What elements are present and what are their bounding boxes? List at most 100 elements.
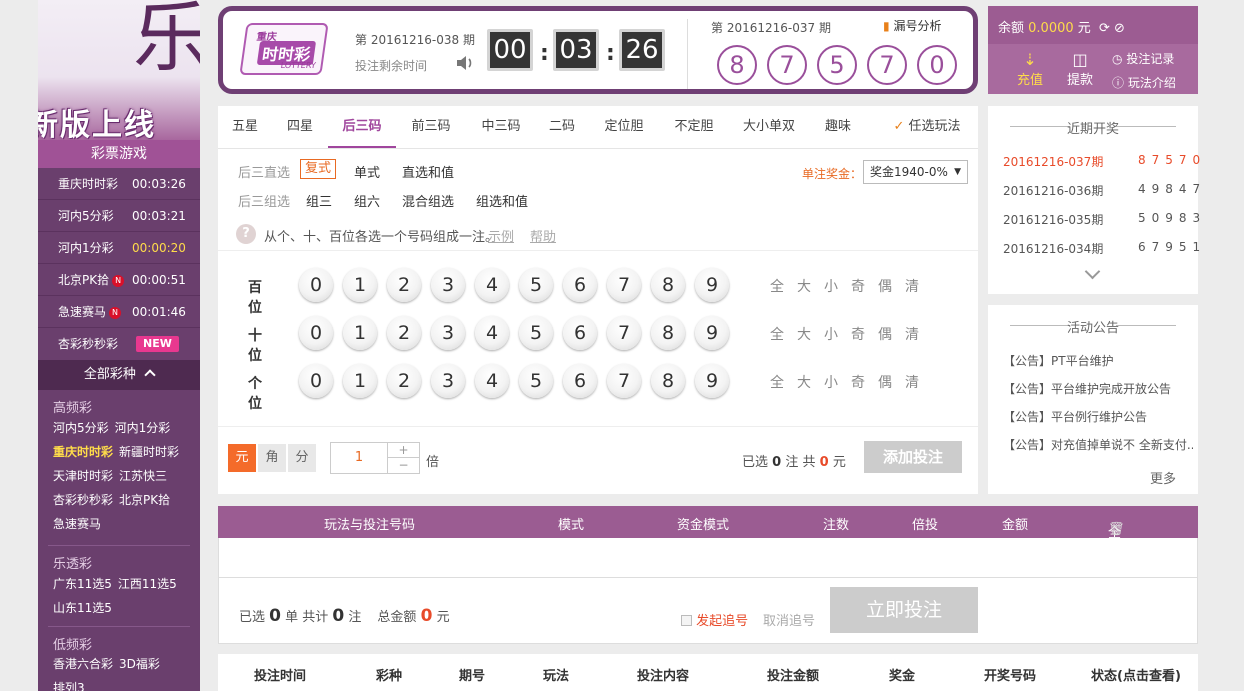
lottery-link[interactable]: 杏彩秒秒彩 — [53, 488, 113, 512]
number-ball[interactable]: 4 — [475, 268, 509, 302]
refresh-icon[interactable]: ⟳ — [1099, 21, 1110, 36]
number-ball[interactable]: 7 — [607, 316, 641, 350]
lottery-link[interactable]: 广东11选5 — [53, 572, 112, 596]
withdraw-button[interactable]: ◫ 提款 — [1056, 50, 1104, 88]
number-ball[interactable]: 9 — [695, 268, 729, 302]
number-ball[interactable]: 1 — [343, 364, 377, 398]
lottery-link[interactable]: 天津时时彩 — [53, 464, 113, 488]
sidebar-game-item[interactable]: 重庆时时彩 00:03:26 — [38, 168, 200, 200]
tab-unfixed[interactable]: 不定胆 — [664, 106, 724, 148]
sub-option-group6[interactable]: 组六 — [354, 191, 380, 210]
lottery-link[interactable]: 江西11选5 — [118, 572, 177, 596]
number-ball[interactable]: 4 — [475, 316, 509, 350]
speaker-icon[interactable] — [455, 53, 475, 73]
multiplier-input[interactable]: 1 — [331, 443, 387, 473]
quick-filter-button[interactable]: 奇 — [851, 276, 865, 296]
number-ball[interactable]: 6 — [563, 364, 597, 398]
number-ball[interactable]: 2 — [387, 316, 421, 350]
notice-item[interactable]: 【公告】平台例行维护公告 — [1003, 408, 1193, 425]
quick-filter-button[interactable]: 小 — [824, 324, 838, 344]
sidebar-game-item[interactable]: 河内1分彩 00:00:20 — [38, 232, 200, 264]
tab-four-star[interactable]: 四星 — [274, 106, 326, 148]
quick-filter-button[interactable]: 全 — [770, 324, 784, 344]
quick-filter-button[interactable]: 偶 — [878, 372, 892, 392]
sub-option-group-sum[interactable]: 组选和值 — [476, 191, 528, 210]
number-ball[interactable]: 9 — [695, 316, 729, 350]
number-ball[interactable]: 4 — [475, 364, 509, 398]
quick-filter-button[interactable]: 大 — [797, 276, 811, 296]
number-ball[interactable]: 6 — [563, 316, 597, 350]
tab-fun[interactable]: 趣味 — [814, 106, 862, 148]
number-ball[interactable]: 9 — [695, 364, 729, 398]
bet-records-link[interactable]: ◷ 投注记录 — [1112, 50, 1174, 67]
number-ball[interactable]: 8 — [651, 316, 685, 350]
sidebar-game-item[interactable]: 急速赛马 N 00:01:46 — [38, 296, 200, 328]
number-ball[interactable]: 5 — [519, 268, 553, 302]
lottery-link[interactable]: 急速赛马 — [53, 512, 101, 536]
chevron-down-icon[interactable] — [1084, 263, 1101, 280]
lottery-link[interactable]: 北京PK拾 — [119, 488, 170, 512]
missing-analysis-link[interactable]: ▮ 漏号分析 — [883, 17, 941, 34]
tab-last-three[interactable]: 后三码 — [328, 106, 396, 148]
quick-filter-button[interactable]: 小 — [824, 372, 838, 392]
number-ball[interactable]: 3 — [431, 268, 465, 302]
chase-checkbox[interactable]: 发起追号 — [681, 610, 748, 629]
lottery-link[interactable]: 重庆时时彩 — [53, 440, 113, 464]
quick-filter-button[interactable]: 大 — [797, 372, 811, 392]
more-link[interactable]: 更多 — [1150, 468, 1176, 487]
number-ball[interactable]: 2 — [387, 364, 421, 398]
minus-icon[interactable]: − — [387, 458, 419, 473]
eye-off-icon[interactable]: ⊘ — [1114, 21, 1125, 36]
sidebar-game-item[interactable]: 北京PK拾 N 00:00:51 — [38, 264, 200, 296]
number-ball[interactable]: 1 — [343, 316, 377, 350]
number-ball[interactable]: 7 — [607, 364, 641, 398]
lottery-link[interactable]: 香港六合彩 — [53, 652, 113, 676]
quick-filter-button[interactable]: 清 — [905, 276, 919, 296]
lottery-link[interactable]: 排列3 — [53, 676, 85, 691]
quick-filter-button[interactable]: 奇 — [851, 324, 865, 344]
prize-select[interactable]: 奖金1940-0% ▼ — [863, 160, 968, 184]
tab-position[interactable]: 定位胆 — [594, 106, 654, 148]
unit-jiao[interactable]: 角 — [258, 444, 286, 472]
quick-filter-button[interactable]: 全 — [770, 372, 784, 392]
number-ball[interactable]: 0 — [299, 268, 333, 302]
optional-play-button[interactable]: ✓ 任选玩法 — [886, 106, 968, 148]
number-ball[interactable]: 2 — [387, 268, 421, 302]
sub-option-mixed[interactable]: 混合组选 — [402, 191, 454, 210]
quick-filter-button[interactable]: 清 — [905, 324, 919, 344]
number-ball[interactable]: 7 — [607, 268, 641, 302]
play-intro-link[interactable]: ⓘ 玩法介绍 — [1112, 74, 1176, 91]
number-ball[interactable]: 3 — [431, 364, 465, 398]
cancel-chase-link[interactable]: 取消追号 — [763, 610, 815, 629]
tab-middle-three[interactable]: 中三码 — [468, 106, 534, 148]
unit-fen[interactable]: 分 — [288, 444, 316, 472]
lottery-link[interactable]: 江苏快三 — [119, 464, 167, 488]
add-bet-button[interactable]: 添加投注 — [864, 441, 962, 473]
plus-icon[interactable]: + — [387, 443, 419, 458]
sidebar-game-item[interactable]: 杏彩秒秒彩 NEW — [38, 328, 200, 360]
tab-two[interactable]: 二码 — [538, 106, 586, 148]
notice-item[interactable]: 【公告】平台维护完成开放公告 — [1003, 380, 1193, 397]
sidebar-game-item[interactable]: 河内5分彩 00:03:21 — [38, 200, 200, 232]
sub-option-single[interactable]: 单式 — [354, 162, 380, 181]
lottery-link[interactable]: 河内1分彩 — [115, 416, 171, 440]
quick-filter-button[interactable]: 偶 — [878, 324, 892, 344]
tab-first-three[interactable]: 前三码 — [398, 106, 464, 148]
tab-big-small[interactable]: 大小单双 — [732, 106, 806, 148]
sub-option-compound[interactable]: 复式 — [300, 159, 337, 179]
number-ball[interactable]: 1 — [343, 268, 377, 302]
lottery-link[interactable]: 山东11选5 — [53, 596, 112, 620]
unit-yuan[interactable]: 元 — [228, 444, 256, 472]
sub-option-group3[interactable]: 组三 — [306, 191, 332, 210]
recharge-button[interactable]: ⇣ 充值 — [1006, 50, 1054, 88]
quick-filter-button[interactable]: 小 — [824, 276, 838, 296]
notice-item[interactable]: 【公告】PT平台维护 — [1003, 352, 1193, 369]
quick-filter-button[interactable]: 全 — [770, 276, 784, 296]
number-ball[interactable]: 8 — [651, 268, 685, 302]
lottery-link[interactable]: 3D福彩 — [119, 652, 160, 676]
submit-bet-button[interactable]: 立即投注 — [830, 587, 978, 633]
number-ball[interactable]: 8 — [651, 364, 685, 398]
number-ball[interactable]: 0 — [299, 316, 333, 350]
example-link[interactable]: 示例 — [488, 226, 514, 245]
all-lotteries-toggle[interactable]: 全部彩种 — [38, 360, 200, 390]
